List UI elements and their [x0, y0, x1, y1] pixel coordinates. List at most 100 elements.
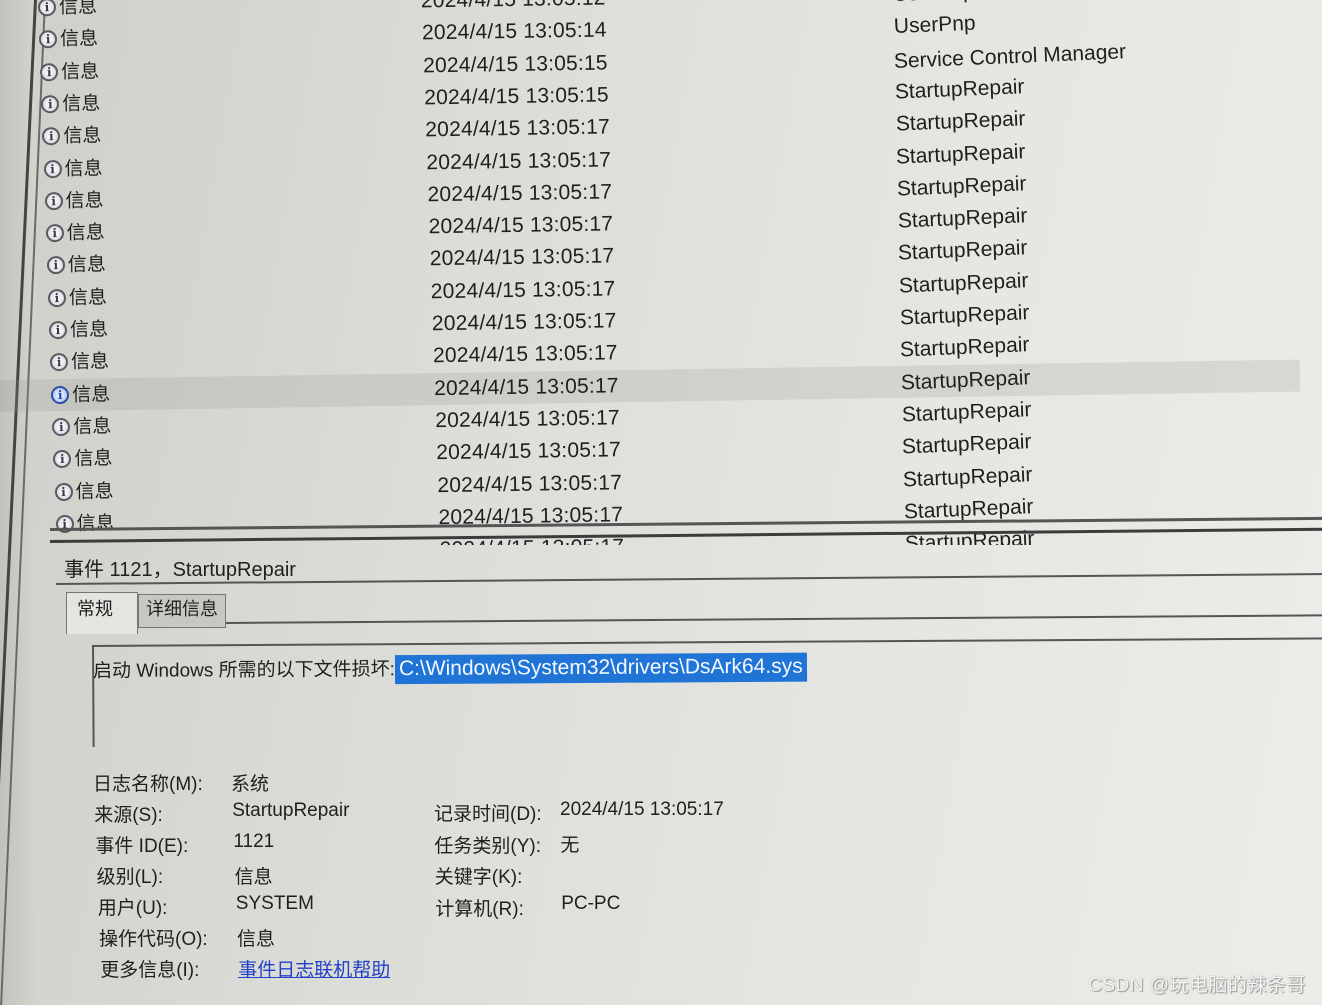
screen-photo: i信息2024/4/15 13:05:12UserPnpi信息2024/4/15…: [0, 0, 1322, 1005]
event-level: i信息: [49, 346, 110, 379]
property-label: 任务类别(Y):: [434, 835, 541, 857]
event-source: StartupRepair: [895, 139, 1027, 169]
info-icon: i: [44, 191, 63, 211]
event-datetime: 2024/4/15 13:05:17: [426, 147, 612, 174]
event-level-label: 信息: [61, 60, 100, 83]
event-level-label: 信息: [59, 27, 99, 51]
event-level: i信息: [42, 120, 102, 153]
event-source: StartupRepair: [898, 268, 1029, 298]
event-list[interactable]: i信息2024/4/15 13:05:12UserPnpi信息2024/4/15…: [0, 0, 1322, 545]
event-source: StartupRepair: [895, 107, 1026, 136]
property-label: 日志名称(M):: [93, 774, 203, 795]
event-level: i信息: [52, 410, 112, 443]
info-icon: i: [54, 482, 73, 501]
event-datetime: 2024/4/15 13:05:17: [427, 180, 613, 207]
event-source: StartupRepair: [897, 236, 1029, 265]
info-icon: i: [53, 450, 72, 469]
info-icon: i: [38, 30, 58, 49]
event-datetime: 2024/4/15 13:05:17: [436, 438, 622, 465]
tab-details[interactable]: 详细信息: [138, 594, 226, 628]
info-icon: i: [48, 320, 68, 340]
property-label: 计算机(R):: [435, 898, 524, 920]
event-level: i信息: [37, 0, 98, 23]
event-datetime: 2024/4/15 13:05:17: [431, 309, 617, 336]
info-icon: i: [37, 0, 57, 17]
event-datetime: 2024/4/15 13:05:17: [428, 212, 614, 239]
event-level-label: 信息: [73, 415, 112, 438]
event-level: i信息: [55, 507, 115, 540]
event-source: StartupRepair: [900, 365, 1031, 395]
event-message-prefix: 启动 Windows 所需的以下文件损坏:: [92, 659, 395, 682]
info-icon: i: [43, 159, 62, 178]
info-icon: i: [45, 224, 64, 243]
property-value: PC-PC: [561, 893, 621, 914]
tab-general[interactable]: 常规: [66, 592, 138, 634]
info-icon: i: [40, 62, 59, 81]
property-value: StartupRepair: [232, 799, 350, 821]
event-datetime: 2024/4/15 13:05:17: [438, 503, 624, 529]
watermark: CSDN @玩电脑的辣条哥: [1088, 975, 1306, 996]
event-level-label: 信息: [76, 511, 115, 535]
event-source: StartupRepair: [901, 398, 1032, 427]
event-level: i信息: [53, 442, 113, 475]
event-level-label: 信息: [74, 447, 113, 471]
event-level-label: 信息: [66, 221, 105, 245]
event-datetime: 2024/4/15 13:05:17: [430, 277, 616, 303]
property-label: 记录时间(D):: [434, 804, 542, 825]
event-datetime: 2024/4/15 13:05:14: [421, 18, 607, 45]
event-level: i信息: [54, 475, 114, 508]
property-value: 信息: [237, 928, 276, 950]
property-value: SYSTEM: [235, 892, 314, 914]
info-icon: i: [46, 256, 65, 275]
info-icon: i: [49, 353, 69, 372]
event-level: i信息: [43, 152, 103, 185]
info-icon: i: [52, 417, 71, 437]
event-level: i信息: [51, 378, 111, 411]
event-level: i信息: [48, 313, 109, 346]
event-source: StartupRepair: [896, 171, 1027, 201]
event-source: StartupRepair: [894, 75, 1025, 104]
event-source: StartupRepair: [902, 462, 1033, 492]
event-level-label: 信息: [68, 286, 108, 309]
event-level-label: 信息: [75, 479, 114, 503]
event-source: StartupRepair: [901, 430, 1033, 459]
info-icon: i: [47, 288, 67, 307]
event-source: UserPnp: [893, 11, 976, 39]
event-level: i信息: [46, 249, 107, 282]
property-label: 关键字(K):: [434, 867, 523, 888]
event-datetime: 2024/4/15 13:05:15: [422, 51, 608, 77]
event-level-label: 信息: [58, 0, 98, 19]
property-label: 操作代码(O):: [99, 929, 208, 950]
event-datetime: 2024/4/15 13:05:17: [433, 373, 619, 400]
event-source: StartupRepair: [899, 333, 1031, 362]
event-level: i信息: [38, 23, 99, 56]
event-log-help-link[interactable]: 事件日志联机帮助: [238, 955, 390, 982]
event-detail-title: 事件 1121，StartupRepair: [64, 559, 296, 581]
event-level-label: 信息: [64, 156, 103, 180]
event-level-label: 信息: [69, 318, 109, 341]
event-level: i信息: [47, 281, 108, 314]
event-level: i信息: [45, 216, 105, 249]
event-datetime: 2024/4/15 13:05:17: [435, 406, 621, 433]
event-level-label: 信息: [62, 92, 101, 115]
event-level-label: 信息: [72, 382, 111, 406]
event-datetime: 2024/4/15 13:05:17: [425, 115, 611, 142]
tab-strip-line: [225, 614, 1322, 624]
event-datetime: 2024/4/15 13:05:17: [429, 244, 615, 271]
event-level: i信息: [44, 184, 104, 217]
selected-file-path[interactable]: C:\Windows\System32\drivers\DsArk64.sys: [394, 652, 807, 685]
event-datetime: 2024/4/15 13:05:17: [432, 341, 618, 368]
property-label: 级别(L):: [96, 867, 164, 888]
event-datetime: 2024/4/15 13:05:15: [424, 83, 610, 110]
property-value: 无: [560, 835, 580, 856]
info-icon: i: [51, 385, 70, 404]
event-level-label: 信息: [63, 124, 102, 148]
event-level: i信息: [41, 87, 101, 120]
property-label: 用户(U):: [97, 898, 168, 919]
info-icon: i: [42, 127, 61, 146]
event-level-label: 信息: [65, 189, 104, 212]
event-datetime: 2024/4/15 13:05:17: [437, 470, 623, 497]
event-message[interactable]: 启动 Windows 所需的以下文件损坏: C:\Windows\System32…: [92, 652, 807, 685]
info-icon: i: [41, 94, 60, 114]
property-value: 系统: [231, 773, 270, 795]
